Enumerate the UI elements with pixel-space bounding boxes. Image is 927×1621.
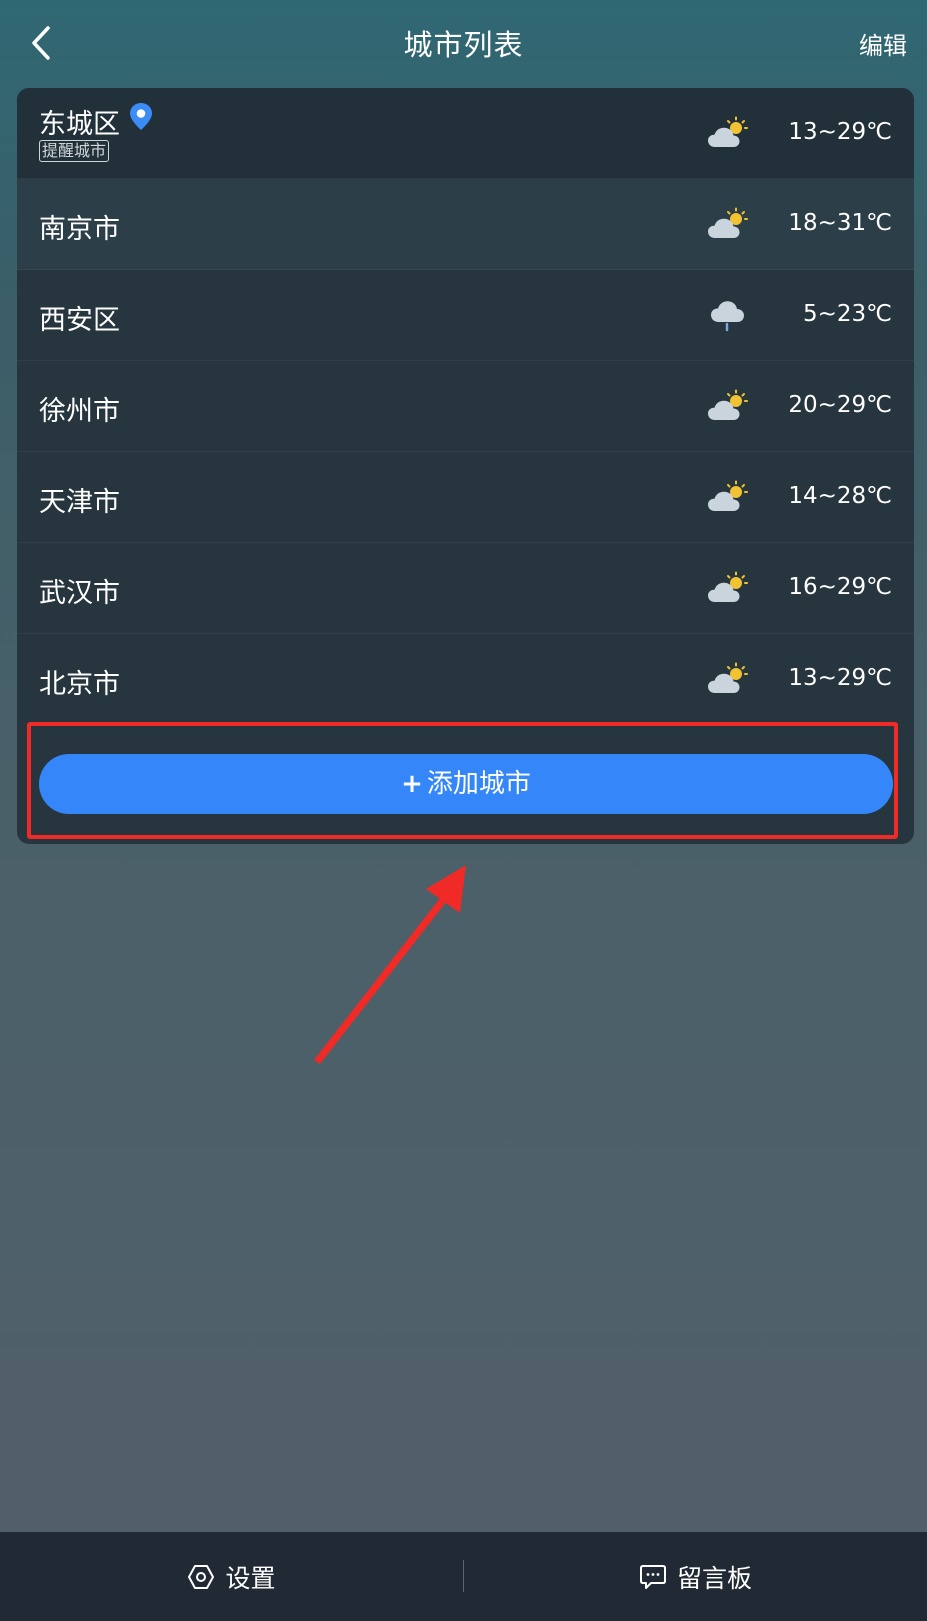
bottom-bar: 设置 留言板 [0,1532,927,1621]
temperature-range: 13~29℃ [788,665,892,691]
city-name: 西安区 [39,305,120,336]
city-row-wuhan[interactable]: 武汉市 16~29℃ [17,543,914,634]
partly-cloudy-icon [708,207,748,238]
city-row-nanjing[interactable]: 南京市 18~31℃ [17,179,914,270]
partly-cloudy-icon [708,571,748,602]
message-board-button[interactable]: 留言板 [464,1532,927,1621]
message-board-icon [639,1564,666,1589]
city-row-beijing[interactable]: 北京市 13~29℃ [17,634,914,725]
settings-button[interactable]: 设置 [0,1532,463,1621]
partly-cloudy-icon [708,389,748,420]
settings-label: 设置 [225,1563,276,1593]
city-row-dongcheng[interactable]: 东城区 提醒城市 13~29℃ [17,88,914,179]
add-city-button[interactable]: + 添加城市 [39,754,893,814]
city-name: 东城区 [39,109,120,140]
message-board-label: 留言板 [676,1563,752,1593]
partly-cloudy-icon [708,116,748,147]
temperature-range: 13~29℃ [788,119,892,145]
temperature-range: 18~31℃ [788,210,892,236]
temperature-range: 16~29℃ [788,574,892,600]
page-title: 城市列表 [403,28,524,62]
city-name: 徐州市 [39,396,120,427]
settings-icon [188,1564,215,1589]
add-city-label: 添加城市 [426,769,531,799]
city-name: 北京市 [39,669,120,700]
city-name: 南京市 [39,214,120,245]
reminder-city-badge: 提醒城市 [39,140,110,162]
header: 城市列表 编辑 [0,0,927,88]
temperature-range: 20~29℃ [788,392,892,418]
city-name: 天津市 [39,487,120,518]
temperature-range: 14~28℃ [788,483,892,509]
city-row-xian[interactable]: 西安区 5~23℃ [17,270,914,361]
partly-cloudy-icon [708,480,748,511]
city-list-card: 东城区 提醒城市 13~29℃ 南京市 18~31℃ 西安区 5~23℃ 徐州市… [17,88,914,844]
city-row-xuzhou[interactable]: 徐州市 20~29℃ [17,361,914,452]
edit-button[interactable]: 编辑 [859,26,907,61]
temperature-range: 5~23℃ [802,301,892,327]
city-row-tianjin[interactable]: 天津市 14~28℃ [17,452,914,543]
annotation-arrow-icon [314,865,466,1064]
plus-icon: + [401,769,423,799]
partly-cloudy-icon [708,662,748,693]
city-name: 武汉市 [39,578,120,609]
location-pin-icon [130,103,152,130]
cloud-rain-icon [711,301,744,332]
